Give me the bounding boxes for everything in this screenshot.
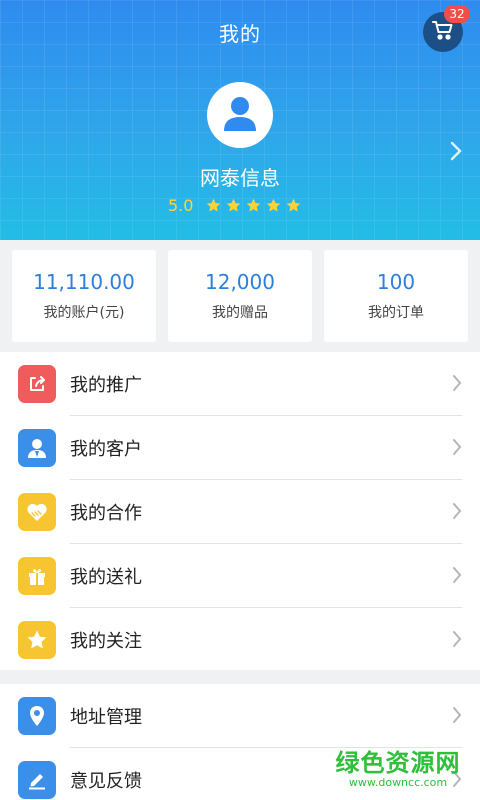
chevron-right-icon (452, 438, 462, 460)
stat-label: 我的订单 (368, 305, 424, 321)
rating-stars (205, 197, 302, 214)
menu-item-label: 我的送礼 (70, 567, 142, 588)
chevron-right-icon (452, 502, 462, 524)
watermark-title: 绿色资源网 (335, 749, 461, 777)
location-pin-icon (18, 697, 56, 735)
profile-header: 我的 32 网泰信息 5.0 (0, 0, 480, 240)
star-icon (247, 198, 261, 212)
profile-chevron-right-icon[interactable] (449, 140, 463, 166)
menu-item-promotion[interactable]: 我的推广 (0, 352, 480, 416)
avatar[interactable] (207, 82, 273, 148)
chevron-right-icon (452, 374, 462, 396)
star-icon (287, 198, 301, 212)
star-icon (267, 198, 281, 212)
chevron-right-icon (452, 630, 462, 652)
watermark-url: www.downcc.com (348, 776, 448, 789)
user-avatar-icon (218, 91, 262, 139)
chevron-right-icon (452, 706, 462, 728)
stat-label: 我的赠品 (212, 305, 268, 321)
star-icon (227, 198, 241, 212)
menu-item-label: 意见反馈 (70, 771, 142, 792)
menu-item-following[interactable]: 我的关注 (0, 608, 480, 672)
gift-icon (18, 557, 56, 595)
menu-item-label: 地址管理 (70, 707, 142, 728)
company-name: 网泰信息 (200, 166, 280, 190)
menu-item-customers[interactable]: 我的客户 (0, 416, 480, 480)
stat-value: 12,000 (205, 270, 275, 294)
menu-item-label: 我的合作 (70, 503, 142, 524)
rating-score: 5.0 (168, 196, 194, 215)
page-title: 我的 (219, 22, 261, 46)
user-icon (18, 429, 56, 467)
chevron-right-icon (452, 566, 462, 588)
star-icon (18, 621, 56, 659)
menu-item-gifting[interactable]: 我的送礼 (0, 544, 480, 608)
stat-orders[interactable]: 100 我的订单 (324, 250, 468, 342)
stat-value: 100 (376, 270, 416, 294)
stat-value: 11,110.00 (33, 270, 135, 294)
menu-item-cooperation[interactable]: 我的合作 (0, 480, 480, 544)
stat-label: 我的账户(元) (43, 305, 125, 321)
menu-item-label: 我的关注 (70, 631, 142, 652)
cart-count-badge: 32 (444, 5, 470, 23)
menu-item-label: 我的客户 (70, 439, 142, 460)
edit-icon (18, 761, 56, 799)
menu-item-address[interactable]: 地址管理 (0, 684, 480, 748)
stat-gifts[interactable]: 12,000 我的赠品 (168, 250, 312, 342)
share-icon (18, 365, 56, 403)
stats-row: 11,110.00 我的账户(元) 12,000 我的赠品 100 我的订单 (12, 250, 468, 342)
handshake-heart-icon (18, 493, 56, 531)
watermark: 绿色资源网 www.downcc.com (328, 743, 468, 795)
menu-group-main: 我的推广 我的客户 我的合作 我的送礼 我的关注 (0, 352, 480, 670)
menu-item-label: 我的推广 (70, 375, 142, 396)
stat-account[interactable]: 11,110.00 我的账户(元) (12, 250, 156, 342)
star-icon (207, 198, 221, 212)
rating: 5.0 (168, 196, 302, 215)
